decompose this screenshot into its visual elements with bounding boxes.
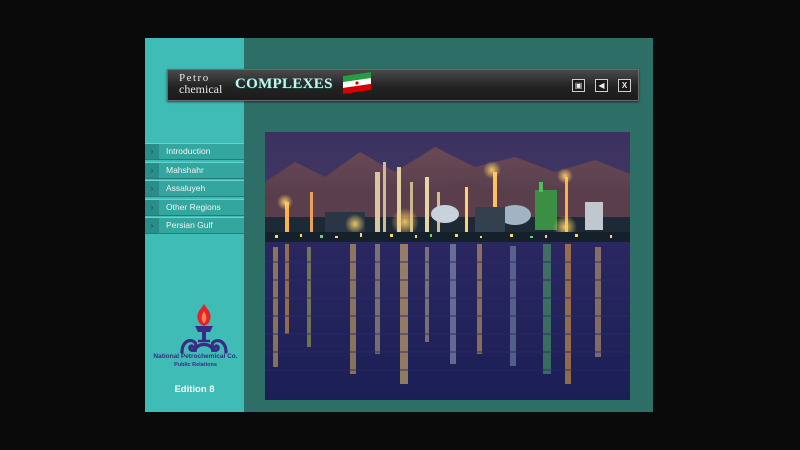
chevron-right-icon: › xyxy=(145,144,159,159)
sidebar-item-persian-gulf[interactable]: › Persian Gulf xyxy=(145,217,244,234)
title-bar: Petro chemical COMPLEXES ▣ ◀ X xyxy=(167,69,639,101)
org-department: Public Relations xyxy=(174,362,217,368)
sound-icon[interactable]: ◀ xyxy=(595,79,608,92)
app-window: › Introduction › Mahshahr › Assaluyeh › … xyxy=(145,38,653,412)
chevron-right-icon: › xyxy=(145,218,159,233)
chevron-right-icon: › xyxy=(145,199,159,215)
title-line-chemical: chemical xyxy=(179,82,223,96)
sidebar-item-label: Introduction xyxy=(166,146,211,156)
sidebar-item-mahshahr[interactable]: › Mahshahr xyxy=(145,161,244,179)
company-logo-icon xyxy=(180,304,228,354)
iran-flag-icon xyxy=(343,72,371,94)
sidebar-item-label: Mahshahr xyxy=(166,164,204,175)
org-name: National Petrochemical Co. xyxy=(153,353,238,360)
print-icon[interactable]: ▣ xyxy=(572,79,585,92)
refinery-night-photo xyxy=(265,132,630,400)
sidebar-item-assaluyeh[interactable]: › Assaluyeh xyxy=(145,180,244,197)
title-complexes: COMPLEXES xyxy=(235,76,333,92)
close-icon[interactable]: X xyxy=(618,79,631,92)
chevron-right-icon: › xyxy=(145,162,159,178)
edition-label: Edition 8 xyxy=(174,384,215,395)
sidebar-item-label: Assaluyeh xyxy=(166,183,206,193)
sidebar-item-other-regions[interactable]: › Other Regions xyxy=(145,198,244,216)
sidebar-item-label: Other Regions xyxy=(166,201,221,212)
sidebar-item-introduction[interactable]: › Introduction xyxy=(145,143,244,160)
sidebar-item-label: Persian Gulf xyxy=(166,220,213,230)
sidebar-menu: › Introduction › Mahshahr › Assaluyeh › … xyxy=(145,143,244,236)
chevron-right-icon: › xyxy=(145,181,159,196)
